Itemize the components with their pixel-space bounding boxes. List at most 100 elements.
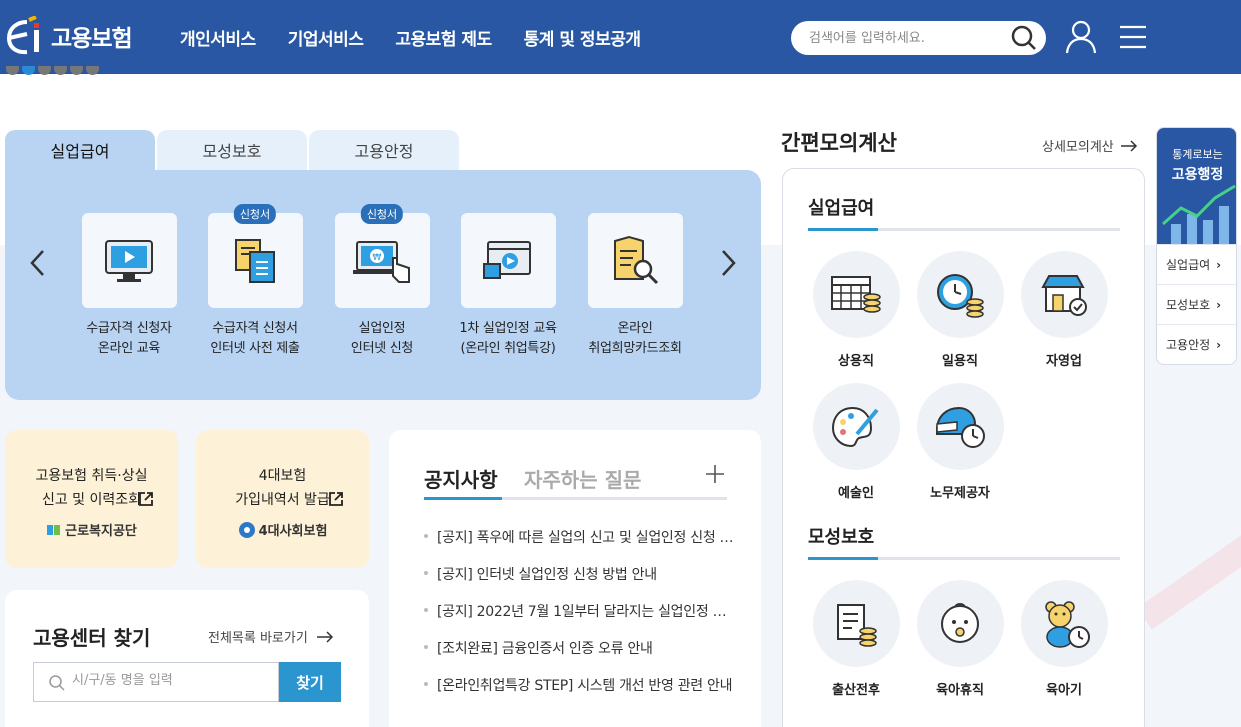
calc-icon-circle bbox=[812, 580, 900, 667]
svg-text:₩: ₩ bbox=[373, 253, 382, 263]
service-icon-box bbox=[81, 213, 177, 308]
center-search-field bbox=[33, 662, 279, 702]
comwel-logo-icon bbox=[47, 524, 61, 535]
service-icon-box: 신청서 ₩ bbox=[334, 204, 430, 308]
application-badge: 신청서 bbox=[360, 204, 404, 224]
user-icon[interactable] bbox=[1064, 19, 1098, 55]
find-button[interactable]: 찾기 bbox=[279, 662, 341, 702]
laptop-click-icon: ₩ bbox=[353, 240, 410, 283]
carousel-dot[interactable] bbox=[54, 66, 67, 75]
banner-small-text: 통계로보는 bbox=[1172, 148, 1223, 161]
insurance-history-card[interactable]: 고용보험 취득·상실 신고 및 이력조회 근로복지공단 bbox=[5, 430, 178, 568]
insurance-certificate-card[interactable]: 4대보험 가입내역서 발급 4대사회보험 bbox=[196, 430, 369, 568]
side-link-stability[interactable]: 고용안정 › bbox=[1157, 324, 1236, 364]
monitor-play-icon bbox=[105, 239, 153, 282]
detailed-calc-link[interactable]: 상세모의계산 bbox=[1042, 136, 1138, 155]
search-input[interactable] bbox=[809, 28, 999, 48]
service-icon-box bbox=[587, 213, 683, 308]
calc-item-label: 육아기 bbox=[1046, 683, 1082, 698]
carousel-dot[interactable] bbox=[86, 66, 99, 75]
tab-employment-stability[interactable]: 고용안정 bbox=[309, 130, 459, 170]
calc-item-label: 상용직 bbox=[838, 354, 874, 369]
notice-item[interactable]: [공지] 폭우에 따른 실업의 신고 및 실업인정 신청 관련 안내 bbox=[424, 527, 734, 564]
chevron-right-icon[interactable] bbox=[718, 248, 738, 278]
notice-item[interactable]: [공지] 2022년 7월 1일부터 달라지는 실업인정 제도 안내 bbox=[424, 601, 734, 638]
carousel-dots bbox=[6, 66, 102, 75]
tab-unemployment-benefit[interactable]: 실업급여 bbox=[5, 130, 155, 170]
detailed-calc-label: 상세모의계산 bbox=[1042, 140, 1114, 155]
nav-statistics[interactable]: 통계 및 정보공개 bbox=[524, 25, 641, 50]
notice-board: 공지사항 자주하는 질문 [공지] 폭우에 따른 실업의 신고 및 실업인정 신… bbox=[389, 430, 761, 727]
tab-faq[interactable]: 자주하는 질문 bbox=[524, 464, 641, 493]
calc-maternity-leave[interactable]: 출산전후 bbox=[811, 580, 901, 698]
carousel-dot[interactable] bbox=[70, 66, 83, 75]
calc-icon-circle bbox=[916, 383, 1004, 470]
tab-maternity-protection[interactable]: 모성보호 bbox=[157, 130, 307, 170]
logo-text: 고용보험 bbox=[51, 26, 133, 52]
side-link-maternity[interactable]: 모성보호 › bbox=[1157, 284, 1236, 324]
notice-item[interactable]: [공지] 인터넷 실업인정 신청 방법 안내 bbox=[424, 564, 734, 601]
calc-artist[interactable]: 예술인 bbox=[811, 383, 901, 501]
service-unemployment-recognition[interactable]: 신청서 ₩ 실업인정 인터넷 신청 bbox=[319, 204, 445, 359]
search-icon[interactable] bbox=[1010, 24, 1038, 52]
statistics-banner[interactable]: 통계로보는 고용행정 bbox=[1157, 128, 1236, 244]
four-insurance-logo-icon bbox=[238, 521, 255, 538]
center-title: 고용센터 찾기 bbox=[33, 626, 151, 650]
clock-coins-icon bbox=[937, 273, 984, 318]
service-label: 수급자격 신청자 온라인 교육 bbox=[86, 321, 172, 356]
calc-item-label: 예술인 bbox=[838, 486, 874, 501]
carousel-dot[interactable] bbox=[22, 66, 35, 75]
calc-daily-worker[interactable]: 일용직 bbox=[915, 251, 1005, 369]
service-label: 1차 실업인정 교육 (온라인 취업특강) bbox=[459, 321, 557, 356]
tab-notice[interactable]: 공지사항 bbox=[424, 464, 498, 493]
section-bar bbox=[808, 228, 1120, 231]
nav-personal-service[interactable]: 개인서비스 bbox=[180, 25, 256, 50]
notice-item[interactable]: [조치완료] 금융인증서 인증 오류 안내 bbox=[424, 638, 734, 675]
notice-item[interactable]: [온라인취업특강 STEP] 시스템 개선 반영 관련 안내 bbox=[424, 675, 734, 712]
chevron-right-icon: › bbox=[1216, 337, 1222, 352]
service-online-education[interactable]: 수급자격 신청자 온라인 교육 bbox=[66, 213, 192, 359]
calc-regular-worker[interactable]: 상용직 bbox=[811, 251, 901, 369]
org-name: 근로복지공단 bbox=[65, 524, 137, 539]
chevron-left-icon[interactable] bbox=[28, 248, 48, 278]
service-application-submit[interactable]: 신청서 수급자격 신청서 인터넷 사전 제출 bbox=[192, 204, 318, 359]
service-icon-box: 신청서 bbox=[207, 204, 303, 308]
employment-center-finder: 고용센터 찾기 전체목록 바로가기 찾기 bbox=[5, 590, 369, 727]
calc-item-label: 자영업 bbox=[1046, 354, 1082, 369]
logo[interactable]: 고용보험 bbox=[5, 14, 133, 58]
calc-icon-circle bbox=[916, 251, 1004, 338]
nav-business-service[interactable]: 기업서비스 bbox=[288, 25, 364, 50]
calc-title: 간편모의계산 bbox=[781, 131, 897, 155]
calc-self-employed[interactable]: 자영업 bbox=[1019, 251, 1109, 369]
carousel-dot[interactable] bbox=[6, 66, 19, 75]
calc-parental-leave[interactable]: 육아휴직 bbox=[915, 580, 1005, 698]
side-link-label: 모성보호 bbox=[1166, 298, 1211, 312]
section-bar bbox=[808, 557, 1120, 560]
view-all-label: 전체목록 바로가기 bbox=[208, 631, 308, 646]
side-link-label: 실업급여 bbox=[1166, 258, 1211, 272]
center-search-input[interactable] bbox=[72, 673, 262, 688]
plus-icon[interactable] bbox=[704, 463, 726, 485]
chevron-right-icon: › bbox=[1216, 257, 1222, 272]
side-link-label: 고용안정 bbox=[1166, 338, 1211, 352]
side-link-unemployment[interactable]: 실업급여 › bbox=[1157, 244, 1236, 284]
calc-icon-circle bbox=[812, 251, 900, 338]
nav-insurance-system[interactable]: 고용보험 제도 bbox=[395, 25, 492, 50]
carousel-dot[interactable] bbox=[38, 66, 51, 75]
calc-labor-provider[interactable]: 노무제공자 bbox=[915, 383, 1005, 501]
calc-icon-circle bbox=[1020, 251, 1108, 338]
calc-card: 실업급여 상용직 일용직 자영업 예술인 노무제공자 모성보호 출산전후 육아휴… bbox=[782, 168, 1145, 727]
palette-brush-icon bbox=[831, 406, 879, 447]
banner-big-text: 고용행정 bbox=[1171, 167, 1224, 183]
calc-item-label: 출산전후 bbox=[832, 683, 880, 698]
calc-childcare-period[interactable]: 육아기 bbox=[1019, 580, 1109, 698]
store-check-icon bbox=[1041, 274, 1087, 316]
notice-list: [공지] 폭우에 따른 실업의 신고 및 실업인정 신청 관련 안내 [공지] … bbox=[424, 527, 734, 712]
service-job-card-inquiry[interactable]: 온라인 취업희망카드조회 bbox=[572, 213, 698, 359]
service-first-recognition-education[interactable]: 1차 실업인정 교육 (온라인 취업특강) bbox=[445, 213, 571, 359]
view-all-link[interactable]: 전체목록 바로가기 bbox=[208, 627, 334, 646]
teddy-bear-clock-icon bbox=[1045, 600, 1090, 648]
documents-icon bbox=[235, 238, 275, 283]
calc-item-label: 육아휴직 bbox=[936, 683, 984, 698]
menu-icon[interactable] bbox=[1119, 25, 1147, 49]
